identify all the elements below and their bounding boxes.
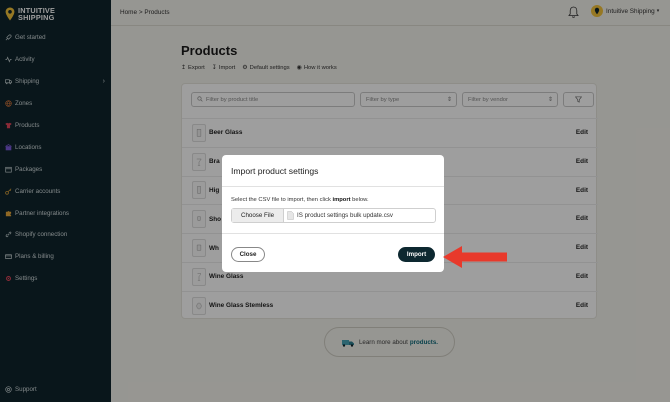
divider <box>222 233 444 234</box>
close-button[interactable]: Close <box>231 247 265 262</box>
selected-file-name: IS product settings bulk update.csv <box>297 212 393 219</box>
import-modal: Import product settings Select the CSV f… <box>222 155 444 272</box>
import-button[interactable]: Import <box>398 247 435 262</box>
file-input[interactable]: Choose File IS product settings bulk upd… <box>231 208 436 223</box>
instruction-text-pre: Select the CSV file to import, then clic… <box>231 197 333 203</box>
instruction-text-bold: import <box>332 197 351 203</box>
file-icon <box>287 211 294 220</box>
modal-instruction: Select the CSV file to import, then clic… <box>231 197 369 203</box>
modal-title: Import product settings <box>231 166 319 176</box>
red-arrow-annotation-icon <box>443 246 507 268</box>
divider <box>222 186 444 187</box>
choose-file-button[interactable]: Choose File <box>232 209 285 222</box>
instruction-text-post: below. <box>350 197 369 203</box>
